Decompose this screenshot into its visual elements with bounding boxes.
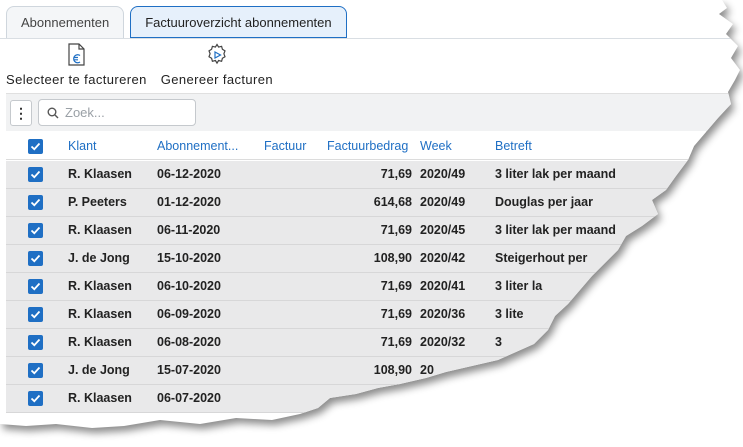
tab-factuuroverzicht[interactable]: Factuuroverzicht abonnementen bbox=[130, 6, 347, 38]
cell-abonnement: 06-07-2020 bbox=[157, 391, 221, 405]
table-row[interactable]: R. Klaasen 06-08-2020 71,69 2020/32 3 bbox=[6, 329, 740, 357]
cell-abonnement: 15-07-2020 bbox=[157, 363, 221, 377]
cell-week: 2020/36 bbox=[420, 307, 466, 321]
search-input[interactable] bbox=[65, 105, 185, 120]
column-header-factuur[interactable]: Factuur bbox=[264, 139, 306, 153]
cell-klant: J. de Jong bbox=[68, 363, 130, 377]
cell-klant: R. Klaasen bbox=[68, 167, 132, 181]
checkmark-icon bbox=[30, 254, 41, 263]
cell-abonnement: 06-10-2020 bbox=[157, 279, 221, 293]
cell-betreft: Douglas per jaar bbox=[495, 195, 593, 209]
cell-factuurbedrag: 71,69 bbox=[380, 167, 412, 181]
column-header-betreft[interactable]: Betreft bbox=[495, 139, 532, 153]
invoice-euro-icon bbox=[68, 43, 85, 66]
row-checkbox[interactable] bbox=[28, 279, 43, 294]
checkmark-icon bbox=[30, 198, 41, 207]
toolbar: Selecteer te factureren Genereer facture… bbox=[6, 42, 287, 92]
cell-klant: R. Klaasen bbox=[68, 335, 132, 349]
checkmark-icon bbox=[30, 338, 41, 347]
cell-factuurbedrag: 71,69 bbox=[380, 223, 412, 237]
checkmark-icon bbox=[30, 142, 41, 151]
cell-betreft: 3 liter lak per maand bbox=[495, 223, 616, 237]
cell-factuurbedrag: 71,69 bbox=[380, 307, 412, 321]
checkmark-icon bbox=[30, 170, 41, 179]
cell-week: 20 bbox=[420, 363, 434, 377]
cell-week: 2020/32 bbox=[420, 335, 466, 349]
cell-betreft: Steigerhout per bbox=[495, 251, 588, 265]
cell-factuurbedrag: 71,69 bbox=[380, 335, 412, 349]
row-checkbox[interactable] bbox=[28, 391, 43, 406]
row-checkbox[interactable] bbox=[28, 251, 43, 266]
cell-week: 2020/49 bbox=[420, 167, 466, 181]
select-all-checkbox[interactable] bbox=[28, 139, 43, 154]
cell-abonnement: 06-08-2020 bbox=[157, 335, 221, 349]
table-row[interactable]: R. Klaasen 06-12-2020 71,69 2020/49 3 liter … bbox=[6, 161, 740, 189]
torn-screenshot-frame: Abonnementen Factuuroverzicht abonnement… bbox=[0, 0, 743, 447]
tab-divider bbox=[0, 38, 740, 39]
column-header-factuurbedrag[interactable]: Factuurbedrag bbox=[327, 139, 408, 153]
cell-week: 2020/45 bbox=[420, 223, 466, 237]
cell-abonnement: 06-12-2020 bbox=[157, 167, 221, 181]
table-row[interactable]: J. de Jong 15-10-2020 108,90 2020/42 Steiger… bbox=[6, 245, 740, 273]
column-menu-button[interactable]: ⋮ bbox=[10, 100, 32, 126]
cell-klant: R. Klaasen bbox=[68, 279, 132, 293]
tab-bar: Abonnementen Factuuroverzicht abonnement… bbox=[6, 6, 347, 38]
checkmark-icon bbox=[30, 394, 41, 403]
search-box[interactable] bbox=[38, 99, 196, 126]
grid-toolbar: ⋮ bbox=[6, 93, 740, 131]
generate-invoices-label: Genereer facturen bbox=[160, 72, 274, 87]
table-row[interactable]: P. Peeters 01-12-2020 614,68 2020/49 Douglas… bbox=[6, 189, 740, 217]
cell-week: 2020/42 bbox=[420, 251, 466, 265]
cell-factuurbedrag: 614,68 bbox=[373, 195, 412, 209]
table-row[interactable]: R. Klaasen 06-10-2020 71,69 2020/41 3 liter … bbox=[6, 273, 740, 301]
gear-play-icon bbox=[208, 43, 226, 65]
cell-factuurbedrag: 71,69 bbox=[380, 279, 412, 293]
column-header-abonnement[interactable]: Abonnement... bbox=[157, 139, 238, 153]
row-checkbox[interactable] bbox=[28, 335, 43, 350]
row-checkbox[interactable] bbox=[28, 167, 43, 182]
row-checkbox[interactable] bbox=[28, 307, 43, 322]
table-row[interactable]: R. Klaasen 06-09-2020 71,69 2020/36 3 lite bbox=[6, 301, 740, 329]
row-checkbox[interactable] bbox=[28, 195, 43, 210]
cell-week: 2020/41 bbox=[420, 279, 466, 293]
select-to-invoice-label: Selecteer te factureren bbox=[6, 72, 147, 87]
cell-abonnement: 06-09-2020 bbox=[157, 307, 221, 321]
row-checkbox[interactable] bbox=[28, 223, 43, 238]
search-icon bbox=[47, 107, 59, 118]
column-header-klant[interactable]: Klant bbox=[68, 139, 97, 153]
cell-klant: J. de Jong bbox=[68, 251, 130, 265]
grid-header: Klant Abonnement... Factuur Factuurbedra… bbox=[6, 132, 740, 160]
cell-betreft: 3 lite bbox=[495, 307, 524, 321]
cell-factuurbedrag: 108,90 bbox=[373, 251, 412, 265]
cell-betreft: 3 liter lak per maand bbox=[495, 167, 616, 181]
grid-body: R. Klaasen 06-12-2020 71,69 2020/49 3 liter … bbox=[6, 161, 740, 413]
tab-abonnementen[interactable]: Abonnementen bbox=[6, 6, 125, 38]
select-to-invoice-button[interactable]: Selecteer te factureren bbox=[6, 42, 147, 92]
generate-invoices-button[interactable]: Genereer facturen bbox=[161, 42, 273, 92]
checkmark-icon bbox=[30, 310, 41, 319]
cell-klant: R. Klaasen bbox=[68, 307, 132, 321]
checkmark-icon bbox=[30, 282, 41, 291]
column-header-week[interactable]: Week bbox=[420, 139, 452, 153]
cell-betreft: 3 bbox=[495, 335, 502, 349]
more-vertical-icon: ⋮ bbox=[14, 104, 28, 121]
cell-klant: P. Peeters bbox=[68, 195, 127, 209]
cell-week: 2020/49 bbox=[420, 195, 466, 209]
checkmark-icon bbox=[30, 366, 41, 375]
cell-betreft: 3 liter la bbox=[495, 279, 543, 293]
cell-abonnement: 15-10-2020 bbox=[157, 251, 221, 265]
cell-factuurbedrag: 108,90 bbox=[373, 363, 412, 377]
table-row[interactable]: R. Klaasen 06-11-2020 71,69 2020/45 3 liter … bbox=[6, 217, 740, 245]
cell-abonnement: 01-12-2020 bbox=[157, 195, 221, 209]
table-row[interactable]: R. Klaasen 06-07-2020 bbox=[6, 385, 740, 413]
cell-abonnement: 06-11-2020 bbox=[157, 223, 221, 237]
checkmark-icon bbox=[30, 226, 41, 235]
table-row[interactable]: J. de Jong 15-07-2020 108,90 20 bbox=[6, 357, 740, 385]
row-checkbox[interactable] bbox=[28, 363, 43, 378]
app-window: Abonnementen Factuuroverzicht abonnement… bbox=[0, 0, 740, 428]
cell-klant: R. Klaasen bbox=[68, 391, 132, 405]
cell-klant: R. Klaasen bbox=[68, 223, 132, 237]
